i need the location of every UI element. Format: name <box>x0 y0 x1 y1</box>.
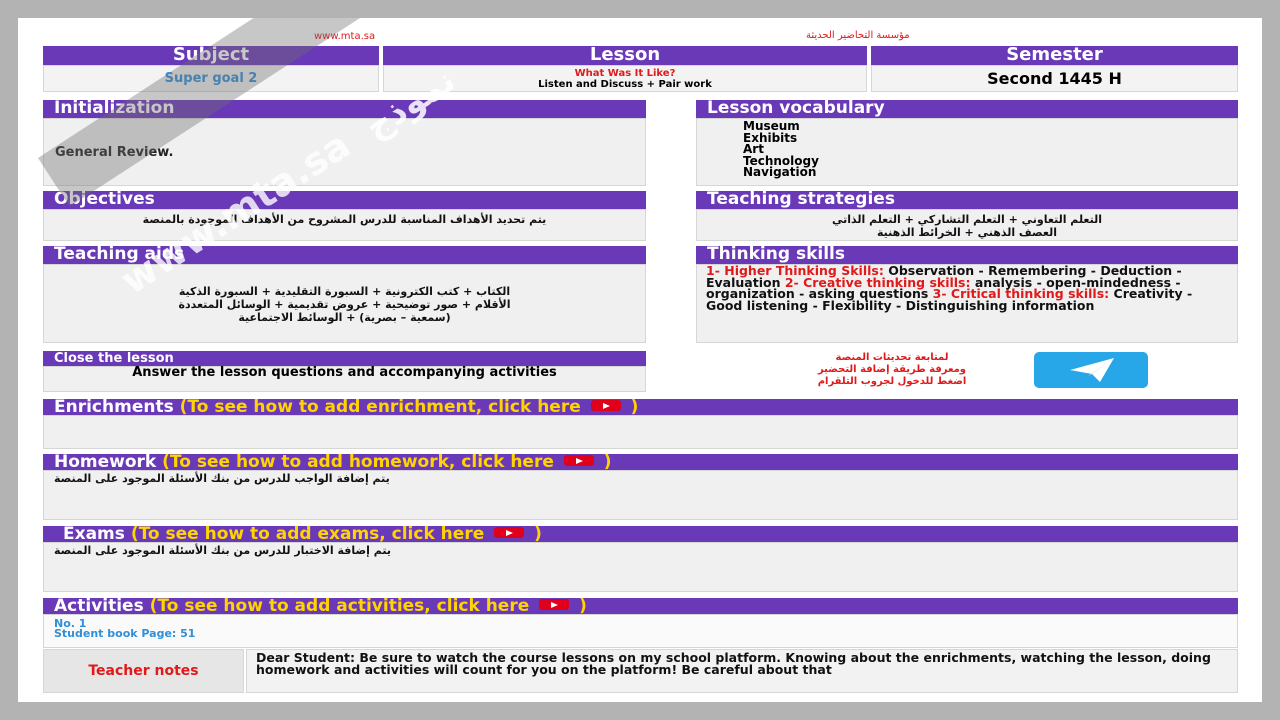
telegram-line2: ومعرفة طريقة إضافة التحضير <box>817 364 967 375</box>
homework-title: Homework <box>54 454 157 470</box>
youtube-icon[interactable] <box>563 455 594 466</box>
telegram-text[interactable]: لمتابعة تحديثات المنصة ومعرفة طريقة إضاف… <box>766 352 1018 388</box>
exams-header: Exams (To see how to add exams, click he… <box>43 526 1238 542</box>
paper-plane-icon <box>1070 358 1114 382</box>
thinking-header: Thinking skills <box>696 246 1238 264</box>
strategies-header: Teaching strategies <box>696 191 1238 209</box>
close-text: Answer the lesson questions and accompan… <box>132 365 557 380</box>
homework-link[interactable]: (To see how to add homework, click here <box>162 454 554 470</box>
teacher-notes-label: Teacher notes <box>88 663 199 679</box>
aids-line2: الأقلام + صور توضيحية + عروض تقديمية + ا… <box>178 298 511 311</box>
subject-value: Super goal 2 <box>164 71 258 86</box>
enrichments-box <box>43 415 1238 449</box>
exams-text: يتم إضافة الاختبار للدرس من بنك الأسئلة … <box>54 544 391 557</box>
enrichments-link[interactable]: (To see how to add enrichment, click her… <box>180 399 581 415</box>
youtube-icon[interactable] <box>494 527 525 538</box>
thinking-text: 1- Higher Thinking Skills: Observation -… <box>706 264 1231 312</box>
strategies-box: التعلم التعاوني + التعلم التشاركي + التع… <box>696 209 1238 241</box>
semester-cell: Second 1445 H <box>871 65 1238 92</box>
homework-text: يتم إضافة الواجب للدرس من بنك الأسئلة ال… <box>54 472 390 485</box>
lesson-cell: What Was It Like? Listen and Discuss + P… <box>383 65 867 92</box>
enrichments-header: Enrichments (To see how to add enrichmen… <box>43 399 1238 415</box>
lesson-subtitle: Listen and Discuss + Pair work <box>538 79 712 90</box>
top-org-name: مؤسسة التحاضير الحديثة <box>806 30 910 41</box>
exams-box: يتم إضافة الاختبار للدرس من بنك الأسئلة … <box>43 542 1238 592</box>
activities-page: Student book Page: 51 <box>54 627 196 640</box>
top-url[interactable]: www.mta.sa <box>314 31 375 42</box>
vocabulary-list: Museum Exhibits Art Technology Navigatio… <box>743 120 819 179</box>
semester-header: Semester <box>871 46 1238 65</box>
aids-header: Teaching aids <box>43 246 646 264</box>
homework-box: يتم إضافة الواجب للدرس من بنك الأسئلة ال… <box>43 470 1238 520</box>
enrichments-title: Enrichments <box>54 399 174 415</box>
aids-line1: الكتاب + كتب الكترونية + السبورة التقليد… <box>178 285 511 298</box>
enrichments-link-close: ) <box>630 399 639 415</box>
youtube-icon[interactable] <box>590 400 621 411</box>
telegram-line1: لمتابعة تحديثات المنصة <box>835 352 949 363</box>
objectives-box: يتم تحديد الأهداف المناسبة للدرس المشروح… <box>43 209 646 241</box>
activities-box: No. 1 Student book Page: 51 <box>43 614 1238 648</box>
lesson-plan-page: www.mta.sa مؤسسة التحاضير الحديثة Subjec… <box>18 18 1262 702</box>
activities-link[interactable]: (To see how to add activities, click her… <box>150 598 530 614</box>
objectives-header: Objectives <box>43 191 646 209</box>
teacher-notes-text-cell: Dear Student: Be sure to watch the cours… <box>246 649 1238 693</box>
telegram-line3: اضغط للدخول لجروب التلقرام <box>817 376 967 387</box>
vocabulary-header: Lesson vocabulary <box>696 100 1238 118</box>
telegram-icon[interactable] <box>1034 352 1148 388</box>
homework-header: Homework (To see how to add homework, cl… <box>43 454 1238 470</box>
aids-box: الكتاب + كتب الكترونية + السبورة التقليد… <box>43 264 646 343</box>
exams-link-close: ) <box>534 526 542 542</box>
thinking-box: 1- Higher Thinking Skills: Observation -… <box>696 264 1238 343</box>
initialization-box: General Review. <box>43 118 646 186</box>
initialization-header: Initialization <box>43 100 646 118</box>
lesson-title: What Was It Like? <box>574 68 676 79</box>
subject-header: Subject <box>43 46 379 65</box>
semester-value: Second 1445 H <box>987 69 1122 88</box>
subject-cell: Super goal 2 <box>43 65 379 92</box>
vocabulary-box: Museum Exhibits Art Technology Navigatio… <box>696 118 1238 186</box>
exams-link[interactable]: (To see how to add exams, click here <box>131 526 484 542</box>
strategies-line2: العصف الذهني + الخرائط الذهنية <box>877 226 1057 239</box>
teacher-notes-label-cell: Teacher notes <box>43 649 244 693</box>
objectives-text: يتم تحديد الأهداف المناسبة للدرس المشروح… <box>142 213 547 226</box>
homework-link-close: ) <box>603 454 612 470</box>
activities-title: Activities <box>54 598 144 614</box>
vocabulary-item: Navigation <box>743 165 817 179</box>
youtube-icon[interactable] <box>539 599 570 610</box>
close-header: Close the lesson <box>43 351 646 366</box>
activities-link-close: ) <box>579 598 587 614</box>
activities-header: Activities (To see how to add activities… <box>43 598 1238 614</box>
strategies-line1: التعلم التعاوني + التعلم التشاركي + التع… <box>831 213 1103 226</box>
initialization-text: General Review. <box>55 145 174 160</box>
aids-line3: (سمعية – بصرية) + الوسائط الاجتماعية <box>238 311 451 324</box>
close-box: Answer the lesson questions and accompan… <box>43 366 646 392</box>
exams-title: Exams <box>63 526 125 542</box>
teacher-notes-text: Dear Student: Be sure to watch the cours… <box>256 650 1211 678</box>
lesson-header: Lesson <box>383 46 867 65</box>
